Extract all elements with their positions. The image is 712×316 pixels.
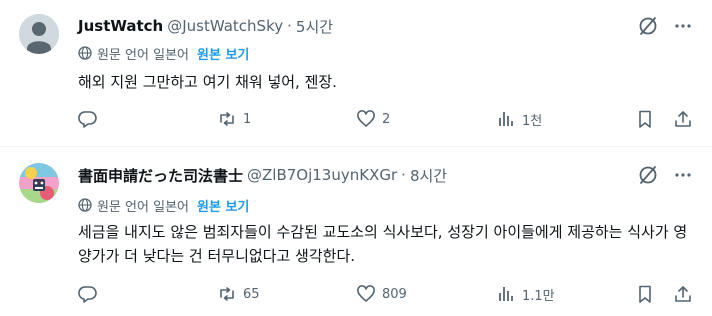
like-button[interactable]: 2 (356, 108, 390, 130)
post-time[interactable]: 5시간 (296, 16, 333, 37)
more-options-button[interactable] (672, 164, 694, 186)
more-icon (675, 24, 691, 28)
reply-button[interactable] (78, 108, 104, 130)
separator-dot: · (287, 17, 292, 35)
post-actions: 1 2 1천 (0, 108, 712, 130)
heart-icon (357, 285, 375, 302)
views-count: 1.1만 (522, 288, 555, 304)
more-icon (675, 173, 691, 177)
share-icon (675, 111, 691, 127)
share-icon (675, 286, 691, 302)
post-actions: 65 809 1.1만 (0, 283, 712, 305)
avatar[interactable] (19, 163, 59, 203)
post[interactable]: JustWatch @JustWatchSky · 5시간 원문 언어 일본어 … (0, 0, 712, 146)
share-button[interactable] (673, 108, 693, 130)
grok-icon (639, 17, 657, 35)
bookmark-button[interactable] (635, 108, 655, 130)
bookmark-button[interactable] (635, 283, 655, 305)
reply-button[interactable] (78, 283, 104, 305)
post-time[interactable]: 8시간 (410, 165, 447, 186)
translation-info: 원문 언어 일본어 원본 보기 (78, 44, 249, 63)
reply-icon (78, 286, 97, 303)
show-original-link[interactable]: 원본 보기 (197, 196, 249, 215)
views-button[interactable]: 1.1만 (496, 283, 555, 305)
retweet-count: 1 (243, 111, 252, 127)
user-handle[interactable]: @JustWatchSky (167, 17, 283, 35)
post-header: JustWatch @JustWatchSky · 5시간 (78, 16, 333, 36)
share-button[interactable] (673, 283, 693, 305)
display-name[interactable]: 書面申請だった司法書士 (78, 165, 243, 186)
grok-button[interactable] (637, 15, 659, 37)
retweet-icon (220, 112, 234, 126)
default-avatar-icon (19, 14, 59, 54)
more-options-button[interactable] (672, 15, 694, 37)
post-text: 세금을 내지도 않은 범죄자들이 수감된 교도소의 식사보다, 성장기 아이들에… (78, 223, 688, 265)
bookmark-icon (639, 285, 651, 303)
show-original-link[interactable]: 원본 보기 (197, 44, 249, 63)
globe-icon (78, 46, 92, 60)
views-chart-icon (499, 112, 513, 126)
user-handle[interactable]: @ZlB7Oj13uynKXGr (247, 166, 397, 184)
reply-icon (78, 111, 97, 128)
display-name[interactable]: JustWatch (78, 17, 163, 35)
translation-info: 원문 언어 일본어 원본 보기 (78, 196, 249, 215)
post[interactable]: 書面申請だった司法書士 @ZlB7Oj13uynKXGr · 8시간 원문 언어… (0, 147, 712, 316)
retweet-button[interactable]: 1 (217, 108, 251, 130)
retweet-count: 65 (243, 286, 260, 302)
post-text: 해외 지원 그만하고 여기 채워 넣어, 젠장. (78, 73, 337, 91)
original-language-label: 원문 언어 일본어 (97, 47, 189, 63)
like-button[interactable]: 809 (356, 283, 407, 305)
post-header: 書面申請だった司法書士 @ZlB7Oj13uynKXGr · 8시간 (78, 165, 447, 185)
original-language-label: 원문 언어 일본어 (97, 199, 189, 215)
globe-icon (78, 198, 92, 212)
user-avatar-image (19, 163, 59, 203)
views-button[interactable]: 1천 (496, 108, 542, 130)
grok-icon (639, 166, 657, 184)
retweet-button[interactable]: 65 (217, 283, 260, 305)
heart-icon (357, 110, 375, 127)
like-count: 809 (382, 286, 407, 302)
views-chart-icon (499, 287, 513, 301)
like-count: 2 (382, 111, 391, 127)
views-count: 1천 (522, 113, 543, 129)
separator-dot: · (401, 166, 406, 184)
grok-button[interactable] (637, 164, 659, 186)
bookmark-icon (639, 110, 651, 128)
retweet-icon (220, 287, 234, 301)
avatar[interactable] (19, 14, 59, 54)
